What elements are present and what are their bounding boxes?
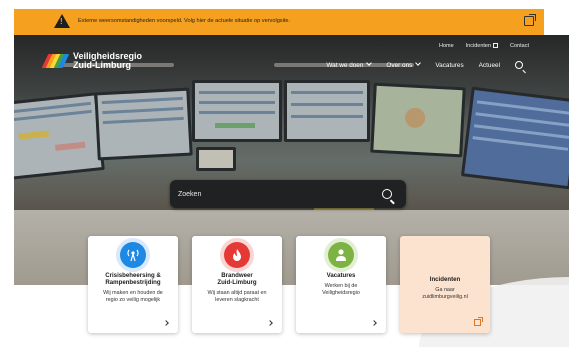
- chevron-down-icon: [415, 59, 422, 66]
- chevron-right-icon: [163, 320, 169, 326]
- card-brandweer[interactable]: Brandweer Zuid-Limburg Wij staan altijd p…: [192, 236, 282, 333]
- nav-home[interactable]: Home: [439, 43, 454, 49]
- card-vacatures[interactable]: Vacatures Werken bij de Veiligheidsregio: [296, 236, 386, 333]
- main-nav: Wat we doen Over ons Vacatures Actueel: [326, 59, 523, 69]
- nav-contact[interactable]: Contact: [510, 43, 529, 49]
- search-bar[interactable]: Zoeken: [170, 180, 406, 208]
- chevron-right-icon: [371, 320, 377, 326]
- homepage: Externe weersomstandigheden voorspeld. V…: [0, 0, 569, 347]
- nav-over-ons[interactable]: Over ons: [386, 59, 422, 69]
- card-title: Crisisbeheersing & Rampenbestrijding: [105, 272, 161, 286]
- card-description: Wij maken en houden de regio zo veilig mo…: [103, 290, 163, 303]
- external-link-icon: [493, 43, 499, 49]
- card-description: Werken bij de Veiligheidsregio: [322, 283, 360, 296]
- logo-mark-icon: [41, 54, 70, 68]
- nav-incidenten[interactable]: Incidenten: [466, 43, 499, 49]
- search-icon[interactable]: [382, 189, 392, 199]
- card-title: Vacatures: [326, 272, 356, 279]
- logo-line2: Zuid-Limburg: [73, 60, 131, 70]
- nav-actueel[interactable]: Actueel: [479, 62, 500, 69]
- utility-nav: Home Incidenten Contact: [439, 43, 529, 49]
- card-title: Incidenten: [429, 276, 461, 283]
- weather-alert-banner[interactable]: Externe weersomstandigheden voorspeld. V…: [14, 9, 544, 35]
- search-input[interactable]: Zoeken: [178, 191, 382, 198]
- chevron-down-icon: [366, 59, 373, 66]
- card-description: Ga naar zuidlimburgveilig.nl: [422, 287, 468, 300]
- chevron-right-icon: [267, 320, 273, 326]
- nav-vacatures[interactable]: Vacatures: [435, 62, 463, 69]
- card-description: Wij staan altijd paraat en leveren slagkr…: [207, 290, 267, 303]
- alert-text[interactable]: Externe weersomstandigheden voorspeld. V…: [78, 18, 290, 24]
- radio-tower-icon: [120, 242, 146, 268]
- site-logo[interactable]: Veiligheidsregio Zuid-Limburg: [41, 52, 142, 70]
- card-crisisbeheersing[interactable]: Crisisbeheersing & Rampenbestrijding Wij …: [88, 236, 178, 333]
- card-title: Brandweer Zuid-Limburg: [217, 272, 257, 286]
- external-link-icon: [474, 317, 483, 326]
- warning-icon: [54, 14, 70, 28]
- external-link-icon[interactable]: [524, 14, 536, 26]
- search-icon[interactable]: [515, 61, 523, 69]
- nav-wat-we-doen[interactable]: Wat we doen: [326, 59, 373, 69]
- logo-text: Veiligheidsregio Zuid-Limburg: [73, 52, 142, 70]
- card-incidenten[interactable]: Incidenten Ga naar zuidlimburgveilig.nl: [400, 236, 490, 333]
- person-icon: [328, 242, 354, 268]
- flame-icon: [224, 242, 250, 268]
